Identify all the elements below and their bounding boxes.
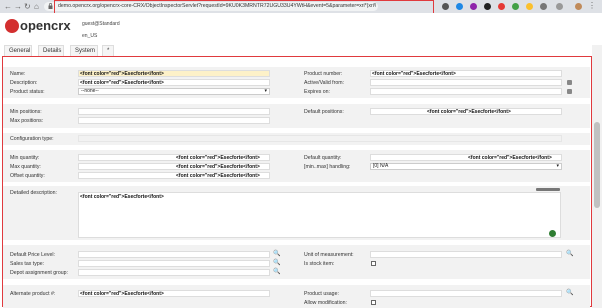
name-label: Name: [10, 71, 26, 77]
name-value: <font color="red">Esecforte</font> [80, 71, 164, 77]
offset-quantity-label: Offset quantity: [10, 173, 45, 179]
extension-icon[interactable] [526, 3, 533, 10]
allow-modification-checkbox[interactable] [371, 300, 376, 305]
extension-icon[interactable] [540, 3, 547, 10]
extension-icon[interactable] [498, 3, 505, 10]
depot-assignment-group-field[interactable] [78, 269, 270, 276]
configuration-type-label: Configuration type: [10, 136, 54, 142]
alternate-product-value: <font color="red">Esecforte</font> [80, 291, 164, 297]
tab-general[interactable]: General [4, 45, 32, 56]
product-usage-field[interactable] [370, 290, 562, 297]
extension-icon[interactable] [512, 3, 519, 10]
minmax-handling-label: [min..max] handling: [304, 164, 351, 170]
extension-icon[interactable] [484, 3, 491, 10]
default-positions-value: <font color="red">Esecforte</font> [427, 109, 511, 115]
default-positions-label: Default positions: [304, 109, 344, 115]
description-value: <font color="red">Esecforte</font> [80, 80, 164, 86]
tab-more[interactable]: * [102, 45, 114, 56]
max-positions-label: Max positions: [10, 118, 44, 124]
active-valid-from-field[interactable] [370, 79, 562, 86]
min-quantity-label: Min quantity: [10, 155, 40, 161]
min-positions-label: Min positions: [10, 109, 42, 115]
opencrx-logo-icon [5, 19, 19, 33]
search-icon[interactable]: 🔍 [273, 259, 280, 266]
max-quantity-label: Max quantity: [10, 164, 41, 170]
product-number-value: <font color="red">Esecforte</font> [372, 71, 456, 77]
menu-icon[interactable]: ⋮ [588, 1, 596, 10]
depot-assignment-group-label: Depot assignment group: [10, 270, 68, 276]
detailed-description-value: <font color="red">Esecforte</font> [80, 194, 164, 200]
locale[interactable]: en_US [82, 33, 97, 39]
description-label: Description: [10, 80, 38, 86]
default-quantity-value: <font color="red">Esecforte</font> [468, 155, 552, 161]
unit-of-measurement-field[interactable] [370, 251, 562, 258]
detailed-description-label: Detailed description: [10, 190, 58, 196]
editor-toolbar-icon[interactable] [536, 188, 560, 191]
active-valid-from-label: Active/Valid from: [304, 80, 344, 86]
is-stock-item-label: Is stock item: [304, 261, 335, 267]
minmax-handling-select[interactable]: [0] N/A ▾ [370, 163, 562, 170]
search-icon[interactable]: 🔍 [273, 268, 280, 275]
is-stock-item-checkbox[interactable] [371, 261, 376, 266]
calendar-icon[interactable] [567, 80, 572, 85]
product-number-label: Product number: [304, 71, 343, 77]
allow-modification-label: Allow modification: [304, 300, 347, 306]
app-header [0, 13, 602, 45]
sales-tax-type-label: Sales tax type: [10, 261, 45, 267]
avatar[interactable] [575, 3, 582, 10]
product-status-label: Product status: [10, 89, 45, 95]
calendar-icon[interactable] [567, 89, 572, 94]
search-icon[interactable]: 🔍 [273, 250, 280, 257]
expires-on-field[interactable] [370, 88, 562, 95]
search-icon[interactable]: 🔍 [566, 250, 573, 257]
extension-icon[interactable] [556, 3, 563, 10]
tab-system[interactable]: System [70, 45, 98, 56]
configuration-type-field[interactable] [78, 135, 562, 142]
offset-quantity-value: <font color="red">Esecforte</font> [176, 173, 260, 179]
reload-icon[interactable]: ↻ [24, 2, 31, 11]
sales-tax-type-field[interactable] [78, 260, 270, 267]
max-quantity-value: <font color="red">Esecforte</font> [176, 164, 260, 170]
chevron-down-icon: ▾ [556, 163, 559, 169]
extension-icon[interactable] [456, 3, 463, 10]
product-usage-label: Product usage: [304, 291, 339, 297]
back-icon[interactable]: ← [4, 2, 12, 11]
extension-icon[interactable] [442, 3, 449, 10]
product-status-select[interactable]: --none-- ▾ [78, 88, 270, 95]
tab-details[interactable]: Details [38, 45, 64, 56]
forward-icon[interactable]: → [14, 2, 22, 11]
home-icon[interactable]: ⌂ [34, 2, 39, 11]
min-positions-field[interactable] [78, 108, 270, 115]
default-price-level-label: Default Price Level: [10, 252, 55, 258]
expires-on-label: Expires on: [304, 89, 330, 95]
user-name[interactable]: guest@Standard [82, 21, 120, 27]
default-price-level-field[interactable] [78, 251, 270, 258]
logo-text: opencrx [20, 18, 71, 33]
chevron-down-icon: ▾ [264, 88, 267, 94]
min-quantity-value: <font color="red">Esecforte</font> [176, 155, 260, 161]
alternate-product-label: Alternate product #: [10, 291, 56, 297]
minmax-handling-value: [0] N/A [373, 163, 389, 169]
product-status-value: --none-- [81, 88, 99, 94]
scrollbar-thumb[interactable] [594, 122, 600, 208]
default-quantity-label: Default quantity: [304, 155, 342, 161]
grammarly-icon[interactable] [549, 230, 556, 237]
max-positions-field[interactable] [78, 117, 270, 124]
extension-icon[interactable] [470, 3, 477, 10]
lock-icon[interactable] [48, 3, 53, 9]
search-icon[interactable]: 🔍 [566, 289, 573, 296]
unit-of-measurement-label: Unit of measurement: [304, 252, 354, 258]
